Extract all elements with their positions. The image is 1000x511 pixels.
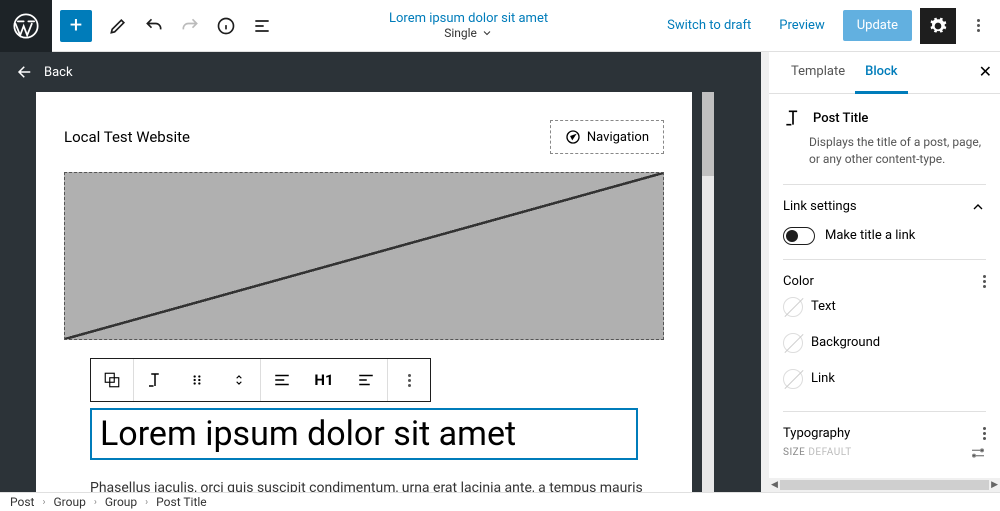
preview-button[interactable]: Preview	[769, 12, 834, 39]
heading-level-button[interactable]: H1	[303, 359, 345, 401]
update-button[interactable]: Update	[843, 10, 912, 41]
align-icon[interactable]	[261, 359, 303, 401]
outline-icon[interactable]	[244, 8, 280, 44]
featured-image-placeholder[interactable]	[64, 172, 664, 340]
breadcrumb-item[interactable]: Group	[53, 495, 85, 509]
color-panel[interactable]: Color	[783, 274, 986, 289]
editor-canvas[interactable]: Local Test Website Navigation	[36, 92, 692, 492]
color-options-icon[interactable]	[983, 275, 986, 288]
make-link-toggle[interactable]	[783, 227, 815, 245]
close-sidebar-button[interactable]: ✕	[979, 62, 992, 81]
info-icon[interactable]	[208, 8, 244, 44]
post-content[interactable]: Phasellus iaculis, orci quis suscipit co…	[90, 480, 664, 492]
undo-icon[interactable]	[136, 8, 172, 44]
block-name: Post Title	[813, 111, 868, 126]
editor-panel: Back Local Test Website Navigation	[0, 52, 768, 492]
block-description: Displays the title of a post, page, or a…	[809, 134, 986, 168]
back-button[interactable]: Back	[0, 52, 768, 92]
block-more-button[interactable]	[388, 359, 430, 401]
settings-button[interactable]	[920, 8, 956, 44]
sidebar-hscrollbar[interactable]: ◀▶	[769, 478, 1000, 492]
breadcrumb: Post› Group› Group› Post Title	[0, 492, 1000, 511]
wordpress-logo[interactable]	[0, 0, 52, 52]
top-toolbar: + Lorem ipsum dolor sit amet Single Swit…	[0, 0, 1000, 52]
edit-icon[interactable]	[100, 8, 136, 44]
color-swatch-icon	[783, 297, 803, 317]
navigation-block[interactable]: Navigation	[550, 120, 664, 154]
post-title-block[interactable]: Lorem ipsum dolor sit amet	[90, 408, 638, 460]
redo-icon[interactable]	[172, 8, 208, 44]
block-type-icon[interactable]	[91, 359, 133, 401]
typography-panel[interactable]: Typography	[783, 426, 986, 441]
color-text-row[interactable]: Text	[783, 289, 986, 325]
color-swatch-icon	[783, 369, 803, 389]
tab-block[interactable]: Block	[855, 52, 907, 94]
add-block-button[interactable]: +	[60, 10, 92, 42]
document-title: Lorem ipsum dolor sit amet	[280, 11, 657, 26]
size-control-icon[interactable]	[970, 447, 986, 459]
site-title[interactable]: Local Test Website	[64, 128, 190, 146]
breadcrumb-item[interactable]: Post	[10, 495, 34, 509]
chevron-up-icon	[970, 199, 986, 215]
drag-handle-icon[interactable]	[176, 359, 218, 401]
back-label: Back	[44, 65, 73, 80]
title-icon[interactable]	[134, 359, 176, 401]
sidebar-tabs: Template Block ✕	[769, 52, 1000, 94]
tab-template[interactable]: Template	[781, 52, 855, 93]
color-background-row[interactable]: Background	[783, 325, 986, 361]
post-title-icon	[783, 108, 803, 128]
make-link-label: Make title a link	[825, 228, 915, 243]
more-options-button[interactable]	[964, 8, 992, 44]
link-settings-panel[interactable]: Link settings	[783, 199, 986, 215]
template-selector[interactable]: Single	[280, 26, 657, 40]
document-title-area[interactable]: Lorem ipsum dolor sit amet Single	[280, 11, 657, 40]
breadcrumb-item[interactable]: Post Title	[156, 495, 206, 509]
settings-sidebar: Template Block ✕ Post Title Displays the…	[768, 52, 1000, 492]
typography-options-icon[interactable]	[983, 427, 986, 440]
color-link-row[interactable]: Link	[783, 361, 986, 397]
canvas-scrollbar[interactable]	[702, 92, 714, 492]
move-icon[interactable]	[218, 359, 260, 401]
text-align-icon[interactable]	[345, 359, 387, 401]
block-toolbar: H1	[90, 358, 431, 402]
color-swatch-icon	[783, 333, 803, 353]
switch-to-draft-button[interactable]: Switch to draft	[657, 12, 761, 39]
breadcrumb-item[interactable]: Group	[105, 495, 137, 509]
